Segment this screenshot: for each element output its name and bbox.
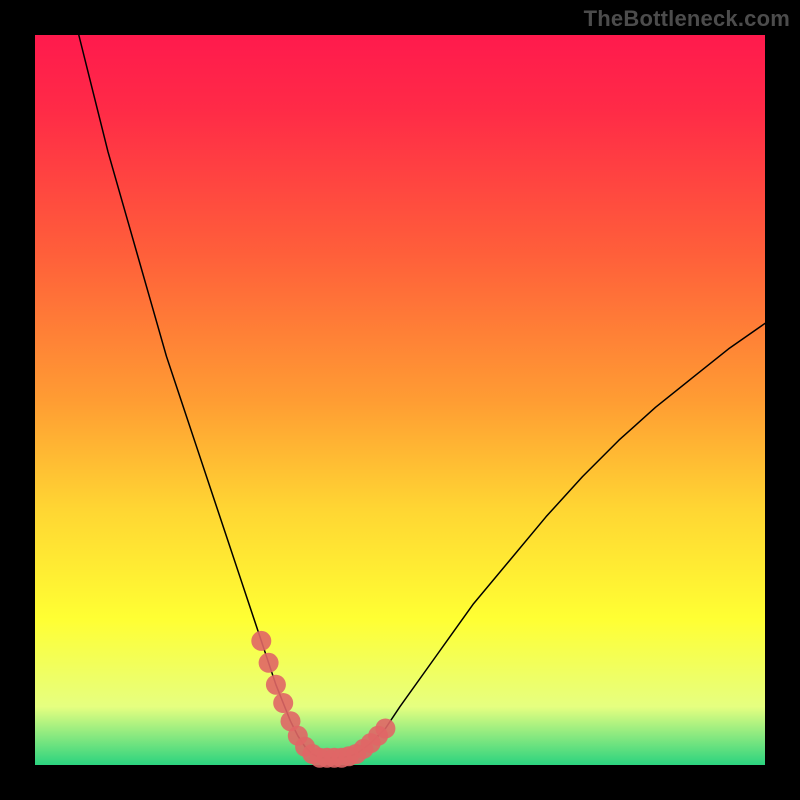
highlight-markers [0,0,800,800]
